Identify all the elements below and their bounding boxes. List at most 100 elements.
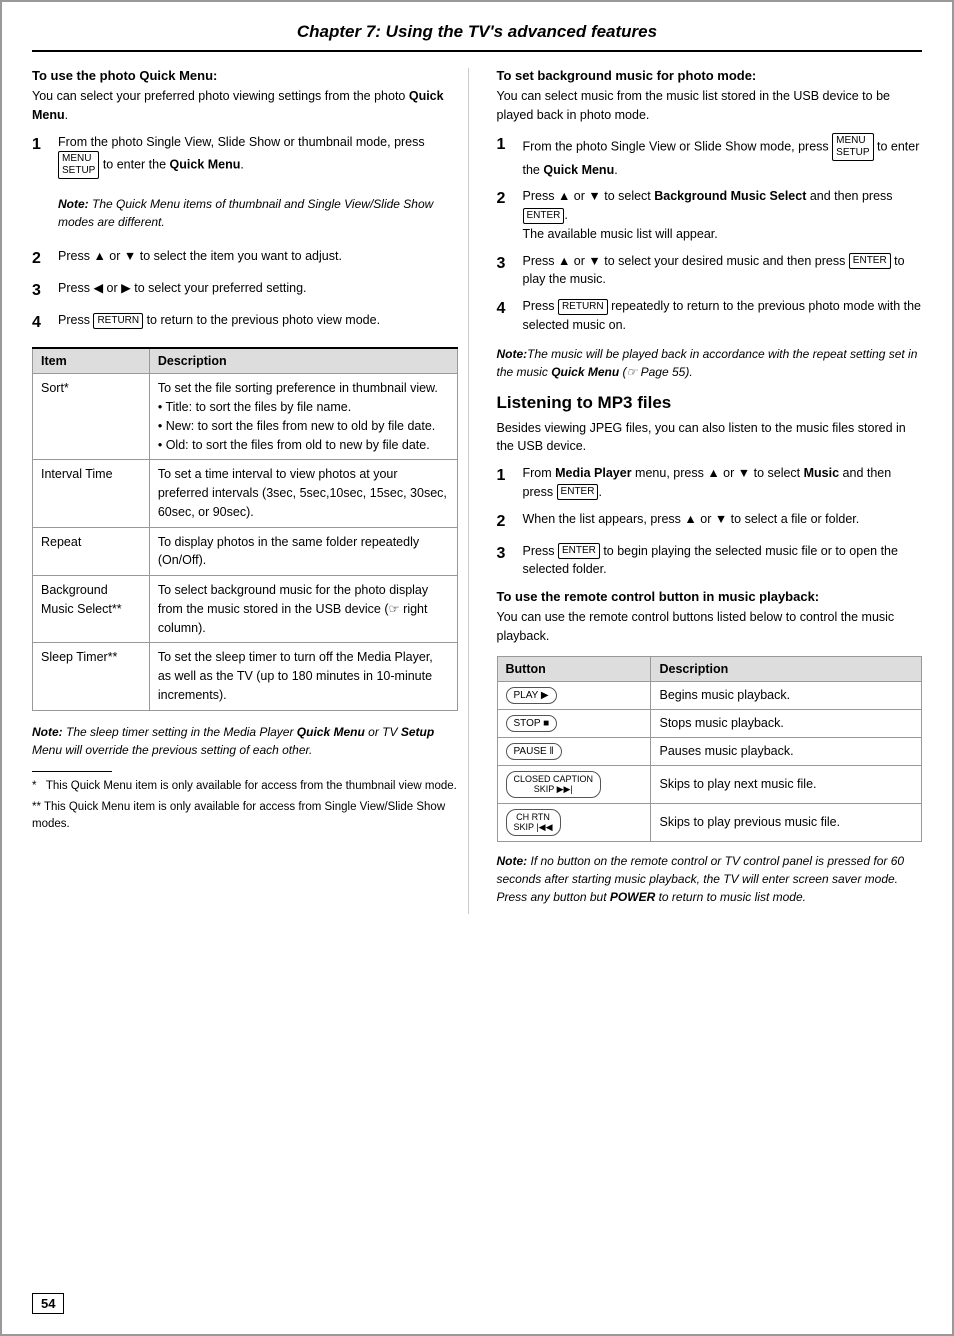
desc-bg-music: To select background music for the photo…	[149, 576, 457, 643]
btn-col-button: Button	[497, 656, 651, 681]
remote-control-intro: You can use the remote control buttons l…	[497, 608, 923, 646]
bg-step-4-text: Press RETURN repeatedly to return to the…	[523, 297, 923, 335]
step-1: 1 From the photo Single View, Slide Show…	[32, 133, 458, 180]
pause-icon: PAUSE ‖	[506, 743, 562, 760]
step-2: 2 Press or to select the item you want t…	[32, 247, 458, 271]
desc-interval: To set a time interval to view photos at…	[149, 460, 457, 527]
left-column: To use the photo Quick Menu: You can sel…	[32, 68, 469, 914]
bg-step-1-text: From the photo Single View or Slide Show…	[523, 133, 923, 180]
btn-skip-next: CLOSED CAPTIONSKIP ▶▶|	[497, 765, 651, 803]
enter-icon-4: ENTER	[558, 543, 600, 559]
mp3-step-2-number: 2	[497, 510, 515, 534]
quick-menu-steps: 1 From the photo Single View, Slide Show…	[32, 133, 458, 336]
footnote-divider	[32, 771, 112, 772]
bg-step-3: 3 Press or to select your desired music …	[497, 252, 923, 290]
bg-step-4: 4 Press RETURN repeatedly to return to t…	[497, 297, 923, 335]
btn-row-pause: PAUSE ‖ Pauses music playback.	[497, 737, 922, 765]
col-description: Description	[149, 348, 457, 374]
btn-play-desc: Begins music playback.	[651, 681, 922, 709]
remote-control-heading: To use the remote control button in musi…	[497, 589, 923, 604]
bg-step-1: 1 From the photo Single View or Slide Sh…	[497, 133, 923, 180]
mp3-step-3: 3 Press ENTER to begin playing the selec…	[497, 542, 923, 580]
footnote-1: * This Quick Menu item is only available…	[32, 778, 458, 795]
btn-col-desc: Description	[651, 656, 922, 681]
footnote-2: ** This Quick Menu item is only availabl…	[32, 799, 458, 834]
table-row: Background Music Select** To select back…	[33, 576, 458, 643]
quick-menu-intro: You can select your preferred photo view…	[32, 87, 458, 125]
page: Chapter 7: Using the TV's advanced featu…	[0, 0, 954, 1336]
btn-pause: PAUSE ‖	[497, 737, 651, 765]
btn-skip-prev-desc: Skips to play previous music file.	[651, 803, 922, 841]
step-1-note: Note: The Quick Menu items of thumbnail …	[32, 187, 458, 239]
mp3-section-title: Listening to MP3 files	[497, 393, 923, 413]
btn-row-skip-next: CLOSED CAPTIONSKIP ▶▶| Skips to play nex…	[497, 765, 922, 803]
bg-step-2-text: Press or to select Background Music Sele…	[523, 187, 923, 243]
item-sort: Sort*	[33, 374, 150, 460]
mp3-intro: Besides viewing JPEG files, you can also…	[497, 419, 923, 457]
right-column: To set background music for photo mode: …	[493, 68, 923, 914]
step-1-number: 1	[32, 133, 50, 180]
play-icon: PLAY ▶	[506, 687, 557, 704]
item-bg-music: Background Music Select**	[33, 576, 150, 643]
return-icon: RETURN	[93, 313, 143, 329]
button-table: Button Description PLAY ▶ Begins music p…	[497, 656, 923, 842]
table-row: Sleep Timer** To set the sleep timer to …	[33, 643, 458, 710]
menu-setup-icon-2: MENUSETUP	[832, 133, 873, 161]
btn-play: PLAY ▶	[497, 681, 651, 709]
mp3-step-2-text: When the list appears, press or to selec…	[523, 510, 860, 534]
step-3-text: Press or to select your preferred settin…	[58, 279, 307, 303]
btn-row-skip-prev: CH RTNSKIP |◀◀ Skips to play previous mu…	[497, 803, 922, 841]
return-icon-2: RETURN	[558, 299, 608, 315]
step-1-note-num	[32, 187, 50, 239]
page-number: 54	[32, 1293, 64, 1314]
bg-step-3-number: 3	[497, 252, 515, 290]
step-4-number: 4	[32, 311, 50, 335]
bg-step-1-number: 1	[497, 133, 515, 180]
desc-repeat: To display photos in the same folder rep…	[149, 527, 457, 576]
desc-sleep: To set the sleep timer to turn off the M…	[149, 643, 457, 710]
bg-music-intro: You can select music from the music list…	[497, 87, 923, 125]
enter-icon-2: ENTER	[849, 253, 891, 269]
mp3-step-3-number: 3	[497, 542, 515, 580]
item-interval: Interval Time	[33, 460, 150, 527]
mp3-step-1: 1 From Media Player menu, press or to se…	[497, 464, 923, 502]
item-repeat: Repeat	[33, 527, 150, 576]
stop-icon: STOP ■	[506, 715, 558, 732]
bg-music-steps: 1 From the photo Single View or Slide Sh…	[497, 133, 923, 335]
bg-music-note: Note:The music will be played back in ac…	[497, 345, 923, 381]
bg-step-4-number: 4	[497, 297, 515, 335]
bg-music-heading: To set background music for photo mode:	[497, 68, 923, 83]
col-item: Item	[33, 348, 150, 374]
btn-pause-desc: Pauses music playback.	[651, 737, 922, 765]
menu-setup-icon: MENUSETUP	[58, 151, 99, 179]
mp3-step-3-text: Press ENTER to begin playing the selecte…	[523, 542, 923, 580]
btn-stop: STOP ■	[497, 709, 651, 737]
step-4-text: Press RETURN to return to the previous p…	[58, 311, 380, 335]
step-2-number: 2	[32, 247, 50, 271]
item-sleep: Sleep Timer**	[33, 643, 150, 710]
mp3-steps: 1 From Media Player menu, press or to se…	[497, 464, 923, 579]
table-bottom-note: Note: The sleep timer setting in the Med…	[32, 723, 458, 759]
table-row: Repeat To display photos in the same fol…	[33, 527, 458, 576]
skip-prev-icon: CH RTNSKIP |◀◀	[506, 809, 561, 836]
desc-sort: To set the file sorting preference in th…	[149, 374, 457, 460]
two-column-layout: To use the photo Quick Menu: You can sel…	[32, 68, 922, 914]
btn-stop-desc: Stops music playback.	[651, 709, 922, 737]
chapter-title: Chapter 7: Using the TV's advanced featu…	[32, 22, 922, 52]
mp3-step-1-number: 1	[497, 464, 515, 502]
item-table: Item Description Sort* To set the file s…	[32, 347, 458, 710]
step-2-text: Press or to select the item you want to …	[58, 247, 342, 271]
bg-step-2-number: 2	[497, 187, 515, 243]
remote-bottom-note: Note: If no button on the remote control…	[497, 852, 923, 906]
step-1-text: From the photo Single View, Slide Show o…	[58, 133, 458, 180]
bg-step-2: 2 Press or to select Background Music Se…	[497, 187, 923, 243]
table-row: Interval Time To set a time interval to …	[33, 460, 458, 527]
step-4: 4 Press RETURN to return to the previous…	[32, 311, 458, 335]
table-row: Sort* To set the file sorting preference…	[33, 374, 458, 460]
skip-next-icon: CLOSED CAPTIONSKIP ▶▶|	[506, 771, 602, 798]
btn-row-stop: STOP ■ Stops music playback.	[497, 709, 922, 737]
btn-row-play: PLAY ▶ Begins music playback.	[497, 681, 922, 709]
step-3-number: 3	[32, 279, 50, 303]
btn-skip-prev: CH RTNSKIP |◀◀	[497, 803, 651, 841]
mp3-step-2: 2 When the list appears, press or to sel…	[497, 510, 923, 534]
